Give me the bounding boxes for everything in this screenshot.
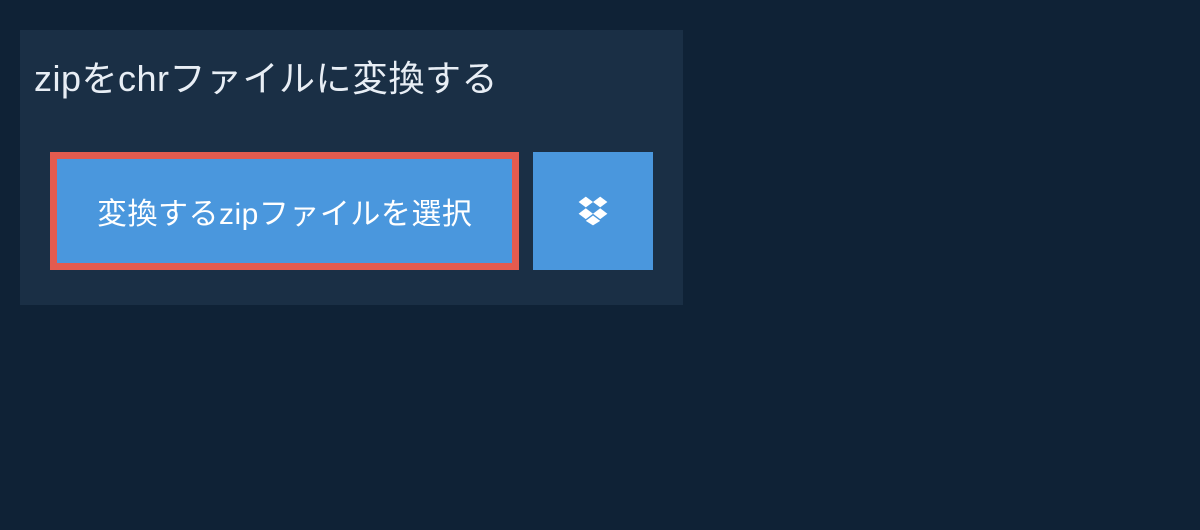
- select-file-button[interactable]: 変換するzipファイルを選択: [50, 152, 519, 270]
- page-title: zipをchrファイルに変換する: [34, 50, 498, 102]
- button-row: 変換するzipファイルを選択: [20, 122, 683, 305]
- dropbox-icon: [575, 193, 611, 229]
- title-container: zipをchrファイルに変換する: [20, 30, 528, 122]
- converter-panel: zipをchrファイルに変換する 変換するzipファイルを選択: [20, 30, 683, 305]
- dropbox-button[interactable]: [533, 152, 653, 270]
- select-file-label: 変換するzipファイルを選択: [97, 189, 472, 233]
